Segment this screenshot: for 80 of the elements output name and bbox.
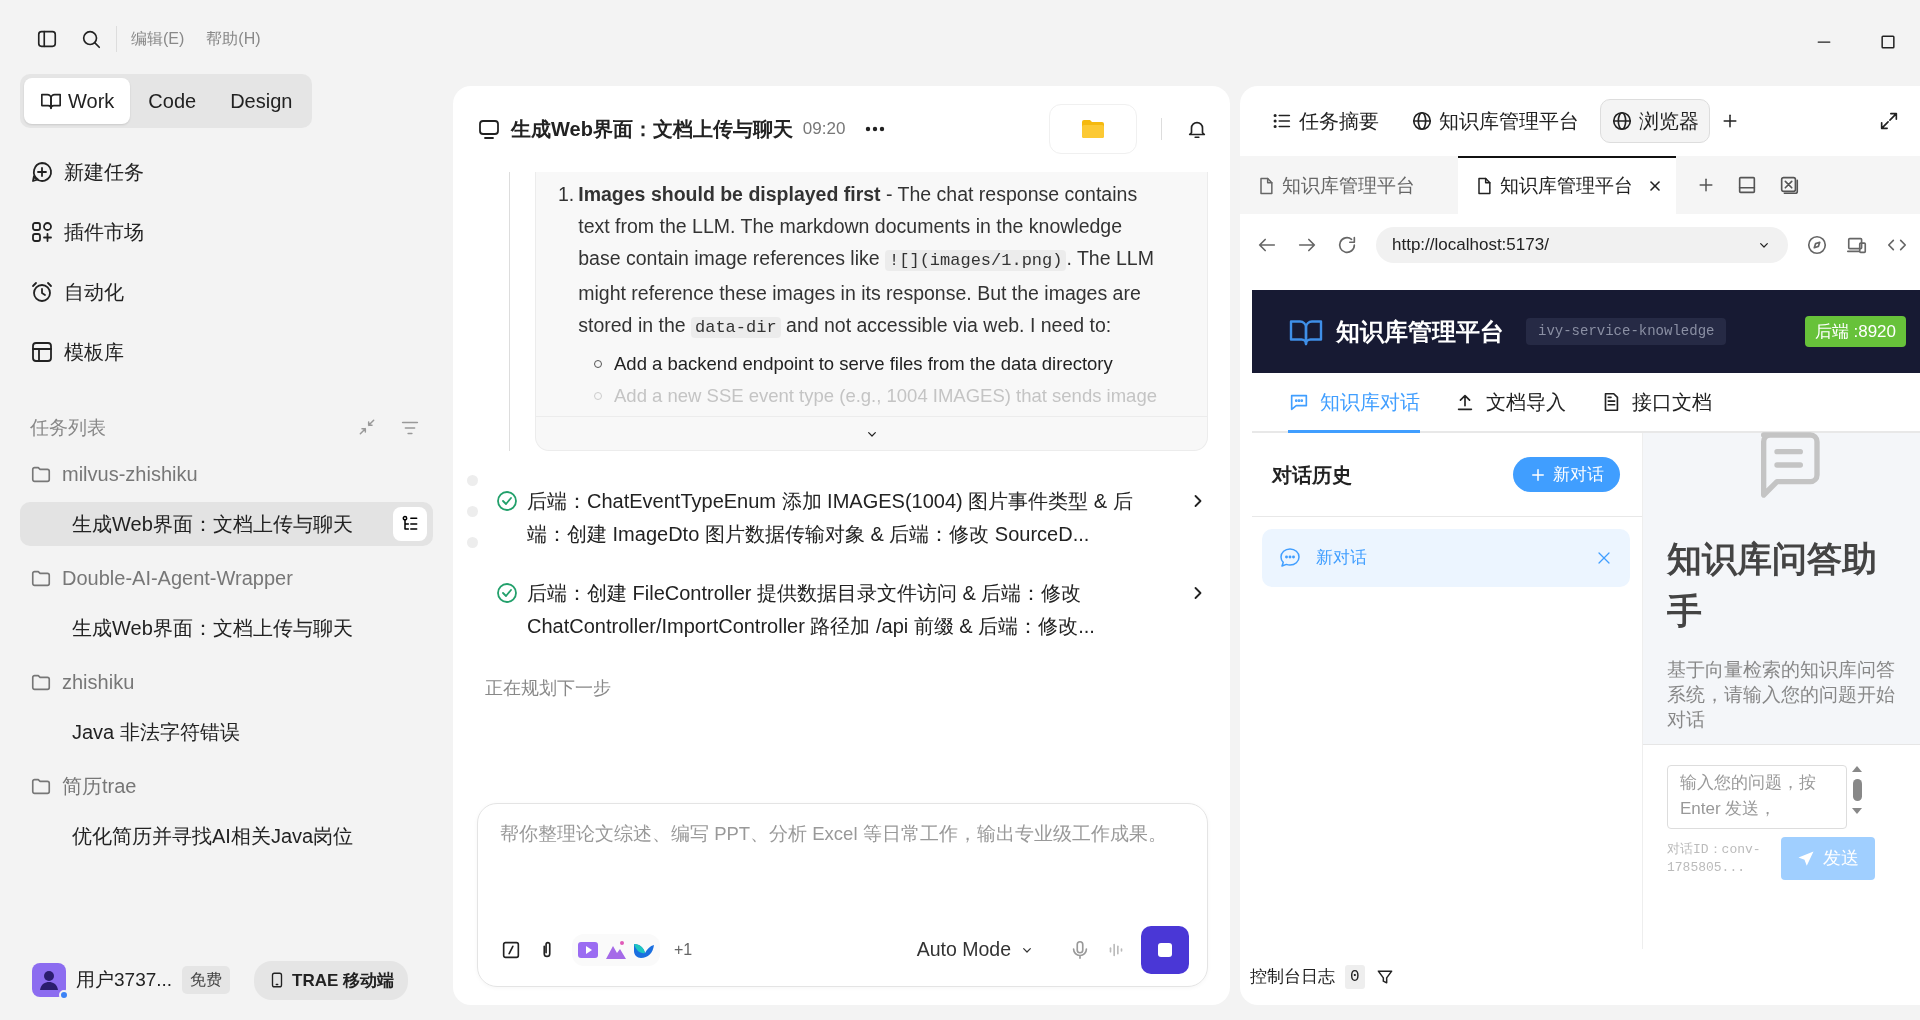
time-label: 09:20: [802, 118, 846, 141]
message-box[interactable]: 帮你整理论文综述、编写 PPT、分析 Excel 等日常工作，输出专业级工作成果。 +1 Auto Mode: [477, 803, 1208, 987]
project-name[interactable]: Double-AI-Agent-Wrapper: [62, 563, 293, 593]
nav-tab[interactable]: 文档导入: [1454, 373, 1566, 433]
apps-icon: [30, 220, 54, 244]
more-tools-count[interactable]: +1: [674, 938, 693, 962]
sidebar-toggle-icon[interactable]: [36, 28, 58, 50]
globe-icon: [1611, 110, 1633, 132]
chat-bubble-icon: [1278, 546, 1302, 570]
alarm-clock-icon: [30, 280, 54, 304]
address-bar[interactable]: http://localhost:5173/: [1376, 227, 1788, 263]
mode-dropdown[interactable]: Auto Mode: [910, 934, 1041, 966]
user-name: 用户3737...: [76, 968, 173, 992]
task-item[interactable]: 生成Web界面：文档上传与聊天: [20, 502, 433, 546]
plan-label: 免费: [182, 966, 231, 995]
nav-item[interactable]: 模板库: [64, 337, 124, 367]
site-title: 知识库管理平台: [1336, 316, 1504, 347]
bullet-text: Add a backend endpoint to serve files from the data directory: [614, 352, 1113, 376]
panel-tab[interactable]: 知识库管理平台: [1400, 99, 1590, 143]
outline-button[interactable]: [393, 507, 427, 541]
step-text: 后端：创建 FileController 提供数据目录文件访问 & 后端：修改 ChatController/ImportController 路径加 /api 前缀 & 后端：修改...: [527, 581, 1096, 639]
close-all-icon[interactable]: [1778, 174, 1800, 196]
mode-tab[interactable]: Code: [132, 78, 213, 124]
project-name[interactable]: 简历trae: [62, 771, 137, 801]
avatar: [32, 963, 66, 998]
online-dot: [59, 990, 69, 1001]
task-item[interactable]: 优化简历并寻找AI相关Java岗位: [20, 814, 433, 858]
stop-button[interactable]: [1141, 926, 1189, 974]
list-number: 1.: [558, 182, 575, 207]
step-text: 后端：ChatEventTypeEnum 添加 IMAGES(1004) 图片事件类型 & 后端：创建 ImageDto 图片数据传输对象 & 后端：修改 SourceD...: [527, 489, 1134, 547]
mountain-icon[interactable]: [604, 938, 628, 962]
scroll-down-icon[interactable]: [1851, 807, 1863, 815]
folder-icon: [1081, 119, 1105, 139]
welcome-title: 知识库问答助手: [1667, 538, 1878, 632]
thought-paragraph: Images should be displayed first - The chat response contains text from the LLM. The markdown documents in the knowledge base contain image references like ![](images/1.png) . The LLM might reference these images in its response. But the images are stored in the data-dir and not accessible via web. I need to:: [578, 182, 1155, 340]
log-count: 0: [1345, 965, 1365, 989]
nav-item[interactable]: 插件市场: [64, 217, 144, 247]
maximize-icon[interactable]: [1878, 32, 1898, 52]
project-name[interactable]: milvus-zhishiku: [62, 459, 198, 489]
compass-icon[interactable]: [1806, 234, 1828, 256]
url-text: http://localhost:5173/: [1392, 234, 1549, 257]
panel-icon[interactable]: [1736, 174, 1758, 196]
scroll-up-icon[interactable]: [1851, 765, 1863, 773]
mode-tab[interactable]: Work: [24, 78, 131, 124]
scroll-thumb[interactable]: [1852, 779, 1862, 801]
nav-tab[interactable]: 接口文档: [1600, 373, 1712, 433]
conversation-id: 对话ID：conv-1785805...: [1667, 840, 1762, 877]
monitor-icon: [477, 117, 501, 141]
mobile-button[interactable]: TRAE 移动端: [254, 960, 409, 1000]
send-icon: [1797, 849, 1815, 868]
globe-icon: [1411, 110, 1433, 132]
collapse-icon[interactable]: [357, 417, 377, 437]
section-title: 任务列表: [30, 415, 106, 440]
mode-tab[interactable]: Design: [214, 78, 309, 124]
project-name[interactable]: zhishiku: [62, 667, 135, 697]
browser-tab[interactable]: 知识库管理平台: [1240, 156, 1458, 214]
browser-tab[interactable]: 知识库管理平台: [1458, 156, 1676, 214]
status-text: 正在规划下一步: [484, 677, 612, 700]
panel-tab[interactable]: 浏览器: [1600, 99, 1710, 143]
chat-title: 生成Web界面：文档上传与聊天: [511, 117, 793, 142]
question-input[interactable]: 输入您的问题，按 Enter 发送，: [1667, 765, 1847, 829]
layout-icon: [30, 340, 54, 364]
command-icon[interactable]: [500, 939, 522, 961]
reload-icon[interactable]: [1336, 234, 1358, 256]
nav-item[interactable]: 新建任务: [64, 157, 144, 187]
task-item[interactable]: 生成Web界面：文档上传与聊天: [20, 606, 433, 650]
service-tag: ivy-service-knowledge: [1526, 318, 1727, 345]
console-label[interactable]: 控制台日志: [1250, 964, 1335, 990]
welcome-text: 基于向量检索的知识库问答系统，请输入您的问题开始对话: [1667, 658, 1896, 732]
panel-tab[interactable]: 任务摘要: [1260, 99, 1390, 143]
section-title: 对话历史: [1272, 462, 1352, 488]
search-icon[interactable]: [80, 28, 102, 50]
nav-item[interactable]: 自动化: [64, 277, 124, 307]
close-icon[interactable]: [1647, 178, 1663, 194]
expand-icon[interactable]: [1878, 110, 1900, 132]
task-item[interactable]: Java 非法字符错误: [20, 710, 433, 754]
backend-badge: 后端 :8920: [1804, 315, 1906, 348]
stop-icon: [1157, 942, 1173, 958]
message-input[interactable]: 帮你整理论文综述、编写 PPT、分析 Excel 等日常工作，输出专业级工作成果。: [500, 818, 1189, 926]
chat-plus-icon: [30, 160, 54, 184]
